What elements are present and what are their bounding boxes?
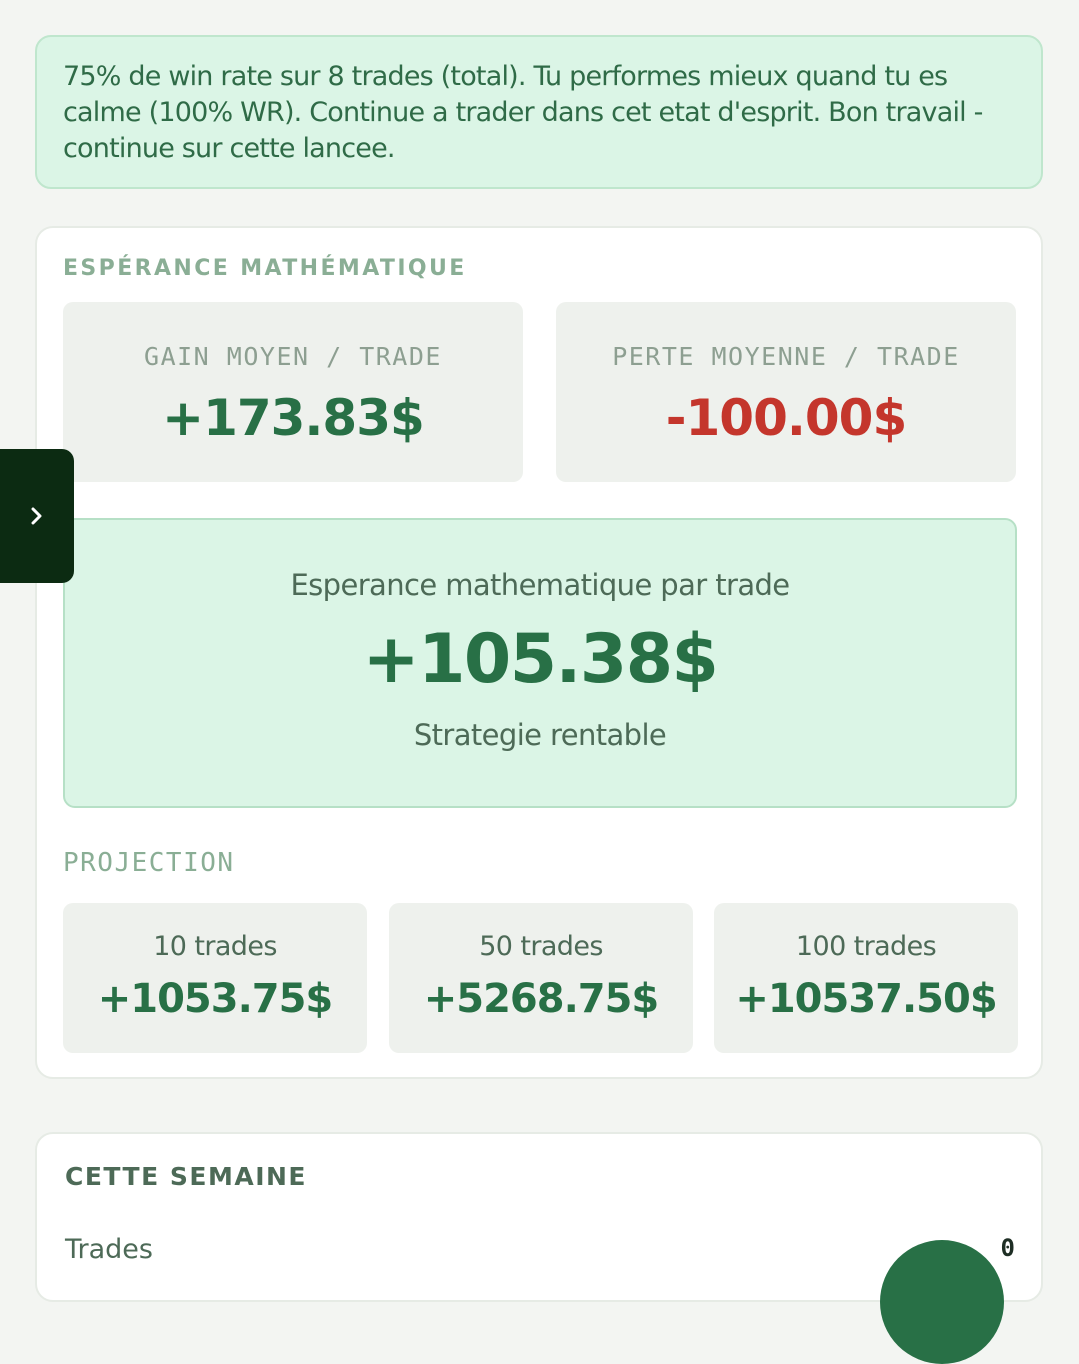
projection-item: 100 trades +10537.50$ bbox=[714, 903, 1018, 1053]
projection-title: PROJECTION bbox=[63, 848, 235, 878]
avg-gain-label: GAIN MOYEN / TRADE bbox=[144, 342, 442, 371]
expectancy-card: ESPÉRANCE MATHÉMATIQUE GAIN MOYEN / TRAD… bbox=[35, 226, 1043, 1079]
chevron-right-icon bbox=[28, 504, 46, 528]
expectancy-highlight: Esperance mathematique par trade +105.38… bbox=[63, 518, 1017, 808]
strategy-verdict: Strategie rentable bbox=[413, 718, 667, 752]
projection-item-label: 100 trades bbox=[795, 931, 937, 962]
expectancy-per-trade-label: Esperance mathematique par trade bbox=[290, 568, 790, 602]
drawer-toggle-button[interactable] bbox=[0, 449, 74, 583]
week-trades-value: 0 bbox=[1000, 1234, 1015, 1262]
week-summary-title: CETTE SEMAINE bbox=[65, 1162, 307, 1191]
projection-item-label: 50 trades bbox=[479, 931, 603, 962]
avg-gain-box: GAIN MOYEN / TRADE +173.83$ bbox=[63, 302, 523, 482]
avg-gain-value: +173.83$ bbox=[162, 389, 425, 447]
projection-item-value: +10537.50$ bbox=[735, 976, 997, 1022]
expectancy-section-title: ESPÉRANCE MATHÉMATIQUE bbox=[63, 256, 467, 281]
projection-item: 50 trades +5268.75$ bbox=[389, 903, 693, 1053]
avg-loss-box: PERTE MOYENNE / TRADE -100.00$ bbox=[556, 302, 1016, 482]
floating-action-button[interactable] bbox=[880, 1240, 1004, 1364]
projection-item-label: 10 trades bbox=[153, 931, 277, 962]
insight-text: 75% de win rate sur 8 trades (total). Tu… bbox=[63, 61, 983, 164]
week-trades-label: Trades bbox=[65, 1234, 153, 1265]
avg-loss-value: -100.00$ bbox=[665, 389, 908, 447]
projection-item-value: +1053.75$ bbox=[97, 976, 334, 1022]
projection-item: 10 trades +1053.75$ bbox=[63, 903, 367, 1053]
avg-loss-label: PERTE MOYENNE / TRADE bbox=[612, 342, 960, 371]
expectancy-per-trade-value: +105.38$ bbox=[362, 620, 719, 699]
insight-banner: 75% de win rate sur 8 trades (total). Tu… bbox=[35, 35, 1043, 189]
projection-item-value: +5268.75$ bbox=[423, 976, 660, 1022]
